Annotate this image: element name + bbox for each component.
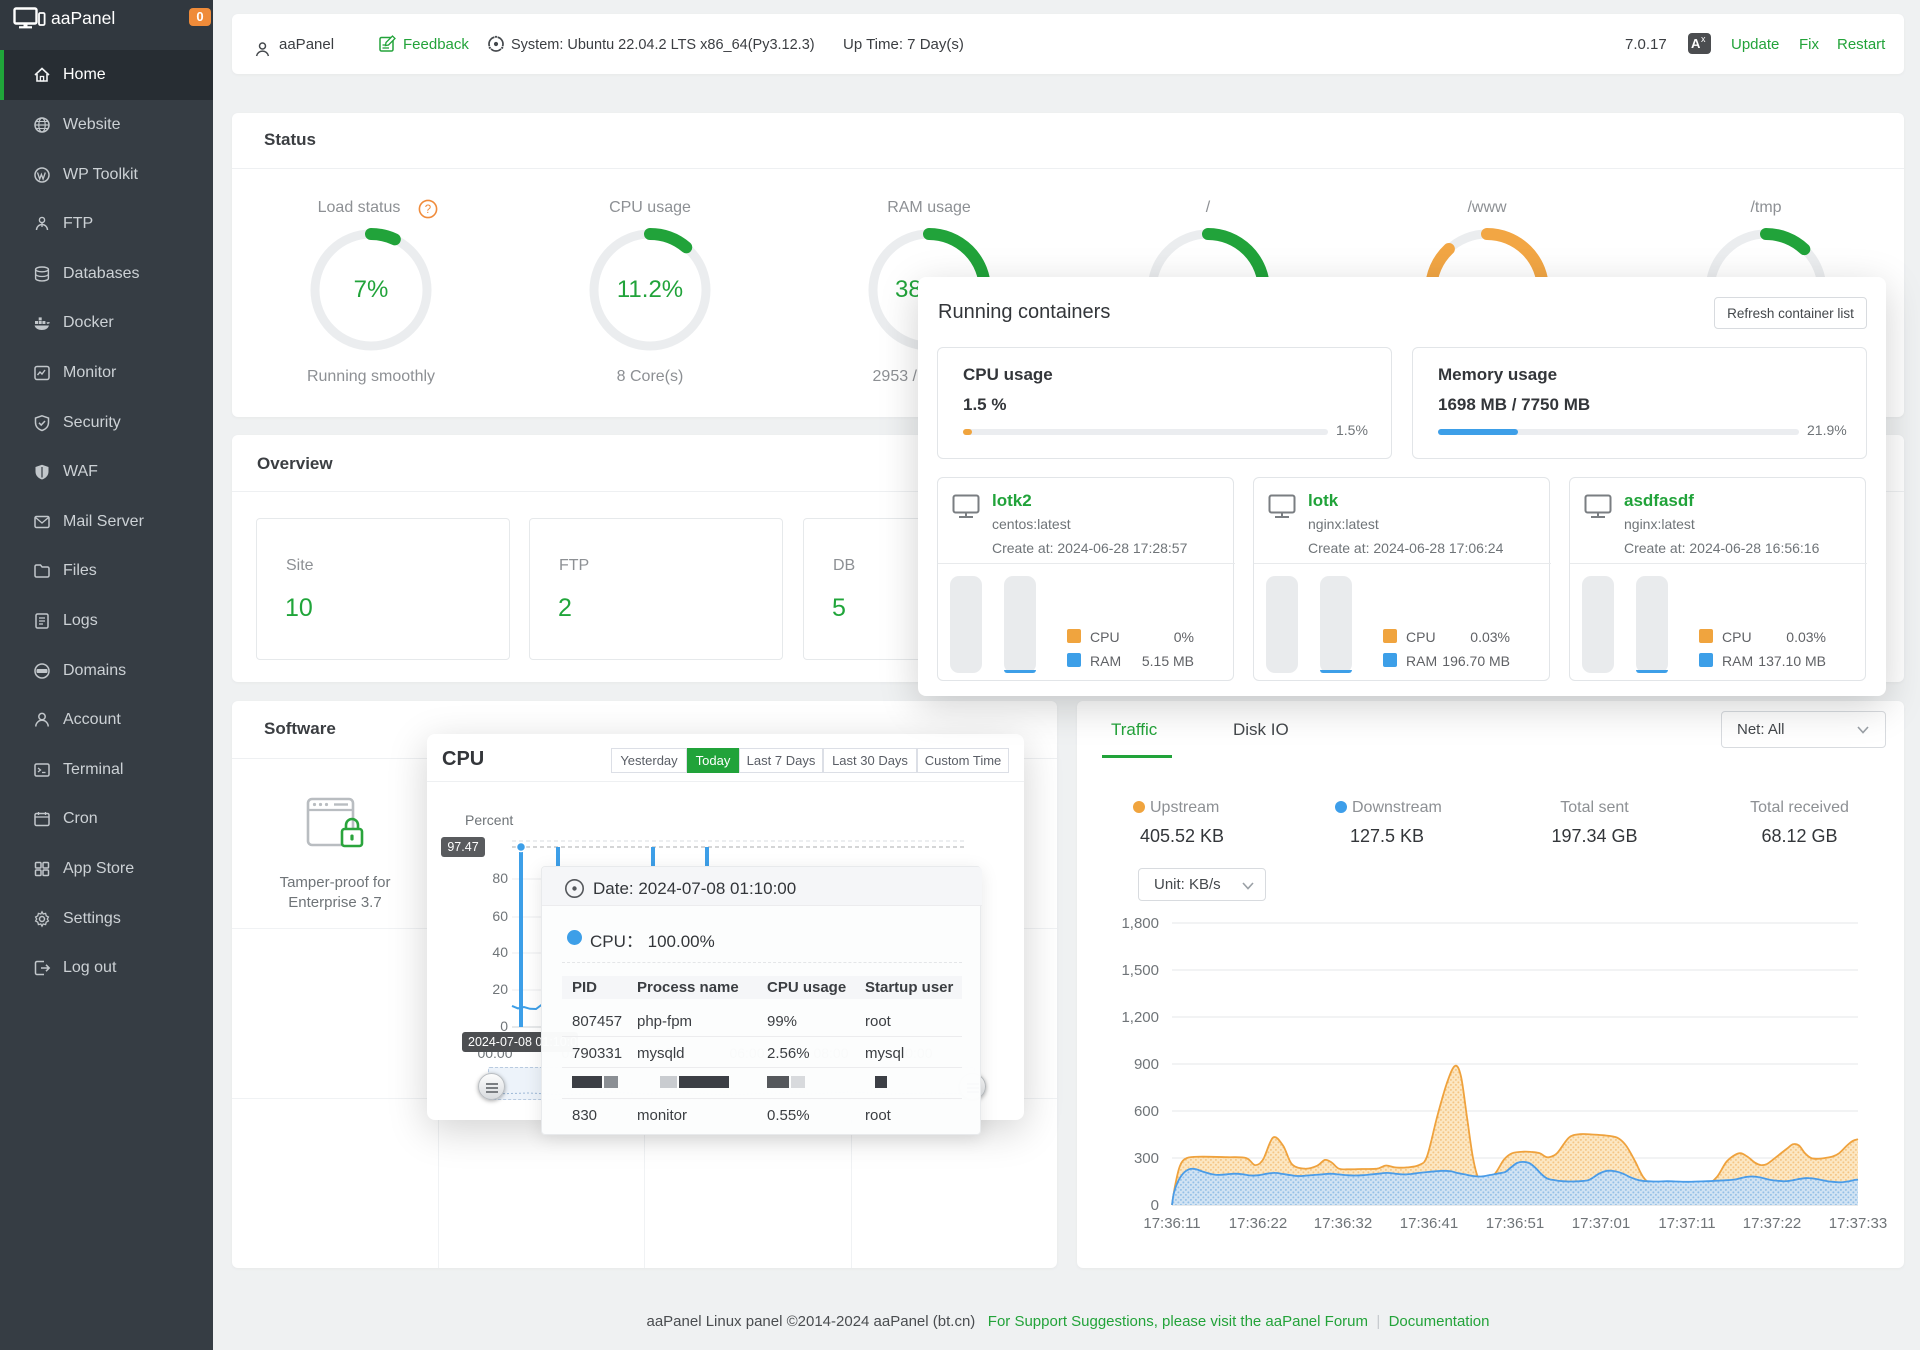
- svg-text:?: ?: [425, 204, 431, 216]
